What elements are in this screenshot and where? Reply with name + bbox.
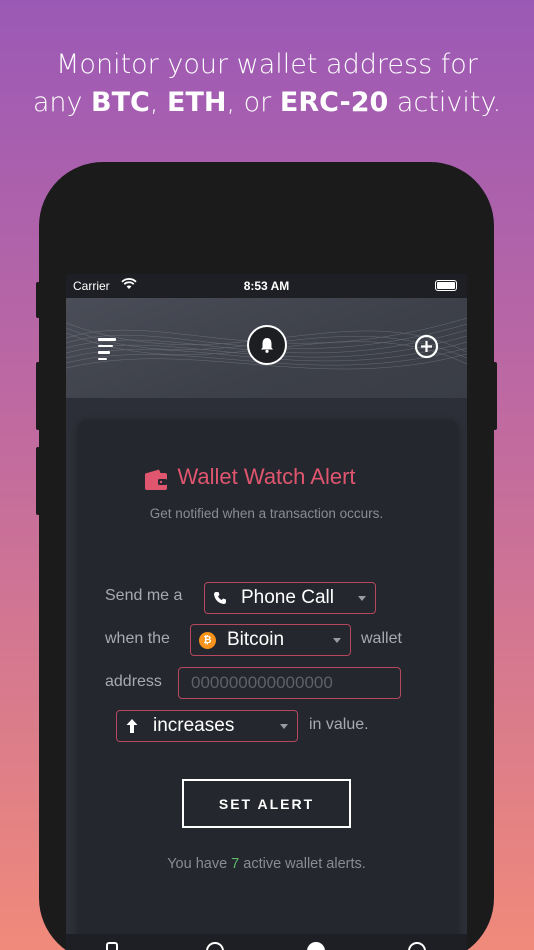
send-label: Send me a — [105, 587, 183, 604]
method-value: Phone Call — [241, 587, 334, 608]
notification-method-select[interactable]: Phone Call — [204, 582, 376, 614]
status-bar: Carrier 8:53 AM — [66, 274, 467, 298]
in-value-label: in value. — [309, 716, 369, 733]
clock: 8:53 AM — [243, 279, 290, 293]
when-label: when the — [105, 630, 170, 647]
bitcoin-icon: ₿ — [199, 631, 216, 649]
plus-circle-icon[interactable] — [414, 334, 439, 359]
set-alert-button[interactable]: SET ALERT — [182, 779, 351, 828]
chevron-down-icon — [358, 596, 366, 601]
tab-icon-4[interactable] — [408, 942, 426, 950]
coin-value: Bitcoin — [227, 629, 285, 650]
erc20-label: ERC-20 — [279, 87, 389, 118]
arrow-up-icon — [126, 719, 138, 733]
wallet-address-input[interactable] — [178, 667, 401, 699]
bell-icon[interactable] — [247, 325, 287, 365]
tab-bar — [66, 934, 467, 950]
card-title: Wallet Watch Alert — [177, 464, 356, 489]
phone-icon — [214, 592, 226, 604]
tab-icon-3[interactable] — [307, 942, 325, 950]
tab-icon-1[interactable] — [106, 942, 118, 950]
address-label: address — [105, 673, 162, 690]
volume-down-button — [36, 447, 40, 515]
active-alerts-summary: You have 7 active wallet alerts. — [167, 856, 366, 872]
menu-icon[interactable] — [98, 338, 120, 360]
direction-select[interactable]: increases — [116, 710, 298, 742]
app-screen: Carrier 8:53 AM Wallet Watch Alert Get n… — [66, 274, 467, 950]
btc-label: BTC — [91, 87, 150, 118]
eth-label: ETH — [167, 87, 227, 118]
mute-switch — [36, 282, 40, 318]
chevron-down-icon — [280, 724, 288, 729]
coin-select[interactable]: ₿ Bitcoin — [190, 624, 351, 656]
volume-up-button — [36, 362, 40, 430]
chevron-down-icon — [333, 638, 341, 643]
tab-icon-2[interactable] — [206, 942, 224, 950]
headline-line-1: Monitor your wallet address for — [56, 49, 478, 80]
power-button — [493, 362, 497, 430]
promo-headline: Monitor your wallet address for any BTC,… — [0, 46, 534, 122]
card-subtitle: Get notified when a transaction occurs. — [149, 506, 384, 521]
headline-line-2: any BTC, ETH, or ERC-20 activity. — [32, 87, 502, 118]
direction-value: increases — [153, 715, 235, 736]
wallet-label: wallet — [361, 630, 402, 647]
battery-icon — [435, 280, 457, 291]
app-header — [66, 298, 467, 398]
